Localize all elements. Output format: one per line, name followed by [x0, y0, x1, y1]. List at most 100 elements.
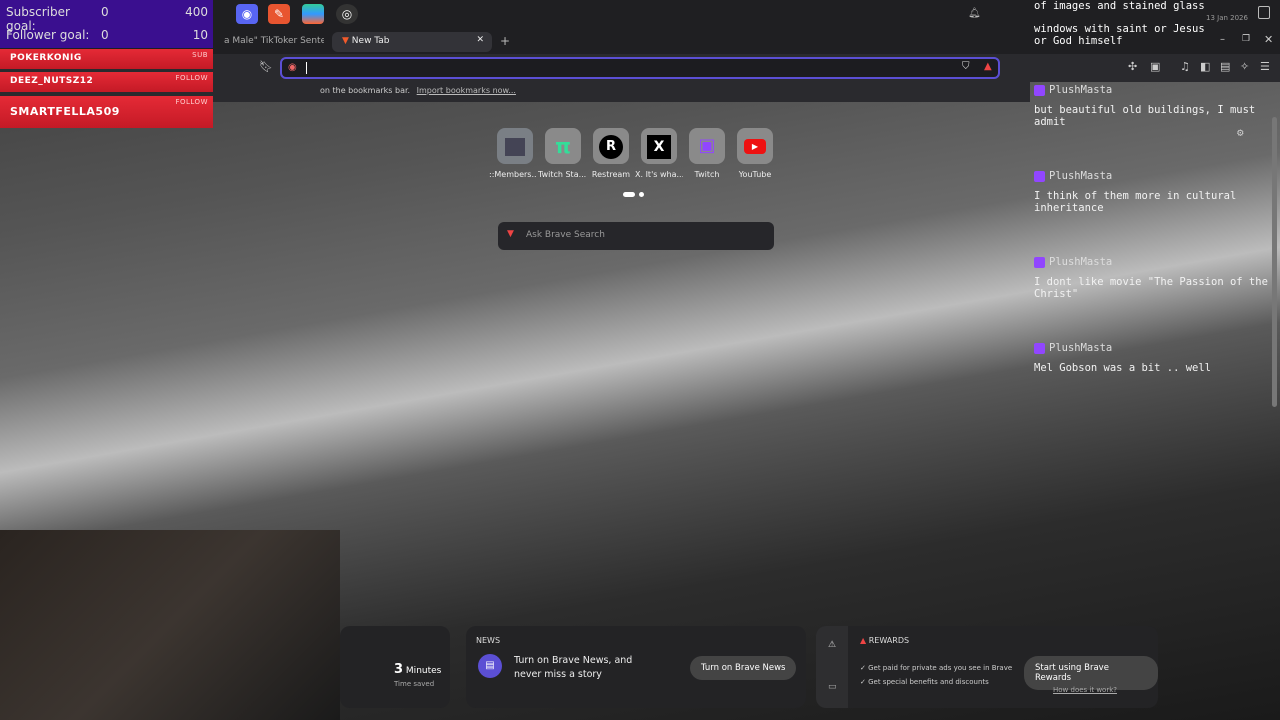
alert-item: DEEZ_NUTSZ12 FOLLOW: [0, 72, 213, 92]
follower-goal-target: 10: [192, 28, 208, 42]
top-site-members[interactable]: [497, 128, 533, 164]
chat-message: PlushMasta but beautiful old buildings, I…: [1034, 84, 1274, 128]
top-site-label: YouTube: [738, 170, 772, 179]
rewards-card: ⚠ ▭ ▲ REWARDS ✓ Get paid for private ads…: [816, 626, 1158, 708]
rewards-bullet: Get special benefits and discounts: [868, 678, 989, 686]
news-document-icon: ▤: [478, 654, 502, 678]
new-tab-button[interactable]: +: [500, 34, 510, 48]
deal-tag-icon[interactable]: ✎: [268, 4, 290, 24]
chat-overflow-message: of images and stained glass windows with…: [1034, 0, 1274, 47]
chat-text: I think of them more in cultural inherit…: [1034, 190, 1237, 214]
brave-lion-icon: ▼: [507, 229, 514, 239]
chat-line: or God himself: [1034, 35, 1123, 47]
tab-tiktoker[interactable]: a Male" TikToker Sentence: [214, 32, 324, 52]
turn-on-news-button[interactable]: Turn on Brave News: [690, 656, 797, 680]
time-saved-value: 3: [394, 662, 404, 677]
news-card: NEWS ▤ Turn on Brave News, and never mis…: [466, 626, 806, 708]
twitch-icon: ▣: [698, 135, 716, 156]
chat-message: PlushMasta Mel Gobson was a bit .. well: [1034, 342, 1274, 374]
leo-ai-icon[interactable]: ✧: [1240, 60, 1249, 73]
start-rewards-button[interactable]: Start using Brave Rewards: [1024, 656, 1158, 690]
menu-icon[interactable]: ☰: [1260, 60, 1270, 73]
search-icon: ◉: [288, 62, 297, 73]
chat-line: of images and stained glass: [1034, 0, 1205, 12]
address-bar[interactable]: ◉ ⛉ ▲: [280, 57, 1000, 79]
extensions-icon[interactable]: ✣: [1128, 60, 1137, 73]
twitch-stats-icon: π: [555, 134, 571, 158]
top-site-label: Restream: [591, 170, 631, 179]
obs-icon[interactable]: ◎: [336, 4, 358, 24]
tab-search-icon[interactable]: ▣: [1150, 60, 1160, 73]
top-site-twitch[interactable]: ▣: [689, 128, 725, 164]
restream-icon: R: [599, 134, 623, 159]
search-placeholder: Ask Brave Search: [526, 230, 605, 240]
chat-line: windows with saint or Jesus: [1034, 23, 1205, 35]
alert-kind: FOLLOW: [175, 74, 208, 82]
twitch-badge-icon: [1034, 256, 1045, 268]
webcam-feed: [0, 530, 340, 720]
chat-username: PlushMasta: [1049, 342, 1113, 354]
x-icon: X: [647, 134, 671, 159]
chat-message: PlushMasta I dont like movie "The Passion…: [1034, 256, 1274, 300]
page-dot[interactable]: [639, 192, 644, 197]
top-site-label: Twitch: [694, 170, 720, 179]
text-cursor: [306, 62, 307, 74]
tab-title: New Tab: [351, 36, 390, 46]
chat-username: PlushMasta: [1049, 84, 1113, 96]
twitch-badge-icon: [1034, 342, 1045, 354]
alert-item: SMARTFELLA509 FOLLOW: [0, 96, 213, 128]
top-site-label: ::Members...: [489, 170, 537, 179]
alert-item: POKERKONIG SUB: [0, 49, 213, 69]
close-tab-icon[interactable]: ✕: [476, 35, 484, 45]
bookmarks-hint: on the bookmarks bar.: [320, 86, 411, 95]
goals-overlay: Subscriber goal: 0 400 Follower goal: 0 10: [0, 0, 213, 48]
chat-username: PlushMasta: [1049, 256, 1113, 268]
follower-goal-label: Follower goal:: [6, 28, 90, 42]
chat-scrollbar[interactable]: [1272, 117, 1277, 407]
tab-new-tab[interactable]: ▼ New Tab ✕: [332, 32, 492, 52]
alert-kind: SUB: [192, 51, 208, 59]
time-saved-unit: Minutes: [405, 666, 442, 676]
rewards-tab-icon[interactable]: ⚠: [828, 640, 836, 650]
follower-goal-current: 0: [101, 28, 109, 42]
wallet-icon[interactable]: ▤: [1220, 60, 1230, 73]
alert-name: SMARTFELLA509: [10, 105, 120, 118]
chat-text: but beautiful old buildings, I must admi…: [1034, 104, 1256, 128]
top-site-label: X. It's wha...: [635, 170, 683, 179]
vpn-tab-icon[interactable]: ▭: [828, 682, 837, 692]
brave-icon: ▼: [342, 36, 349, 46]
discord-icon[interactable]: ◉: [236, 4, 258, 24]
alert-name: DEEZ_NUTSZ12: [10, 76, 94, 86]
rewards-bullet: Get paid for private ads you see in Brav…: [868, 664, 1013, 672]
sidebar-icon[interactable]: ◧: [1200, 60, 1210, 73]
how-it-works-link[interactable]: How does it work?: [1053, 686, 1117, 694]
top-site-twitch-stats[interactable]: π: [545, 128, 581, 164]
chat-overlay: PlushMasta but beautiful old buildings, I…: [1030, 82, 1280, 407]
page-dot-active[interactable]: [623, 192, 635, 197]
news-header: NEWS: [476, 636, 501, 645]
bookmark-icon[interactable]: 🔖︎: [259, 60, 273, 73]
chat-text: I dont like movie "The Passion of the Ch…: [1034, 276, 1268, 300]
media-icon[interactable]: ♫: [1180, 60, 1190, 73]
brave-shields-icon[interactable]: ⛉: [962, 61, 970, 72]
news-text: Turn on Brave News, and never miss a sto…: [514, 655, 633, 680]
notification-bell-icon[interactable]: 🔔︎: [968, 8, 981, 19]
import-bookmarks-link[interactable]: Import bookmarks now...: [417, 86, 516, 95]
time-saved-caption: Time saved: [394, 680, 435, 688]
chat-text: Mel Gobson was a bit .. well: [1034, 362, 1212, 374]
rewards-triangle-icon: ▲: [860, 636, 867, 645]
top-site-youtube[interactable]: ▶: [737, 128, 773, 164]
youtube-icon: ▶: [744, 139, 766, 154]
site-thumbnail-icon: [505, 137, 525, 156]
alert-kind: FOLLOW: [175, 98, 208, 106]
rewards-header: REWARDS: [868, 636, 910, 645]
layers-icon[interactable]: [302, 4, 324, 24]
top-site-restream[interactable]: R: [593, 128, 629, 164]
brave-search-box[interactable]: ▼ Ask Brave Search: [498, 222, 774, 250]
settings-gear-icon[interactable]: ⚙: [1237, 126, 1244, 139]
twitch-badge-icon: [1034, 170, 1045, 182]
twitch-badge-icon: [1034, 84, 1045, 96]
rewards-triangle-icon[interactable]: ▲: [984, 61, 992, 72]
alert-name: POKERKONIG: [10, 53, 82, 63]
top-site-x[interactable]: X: [641, 128, 677, 164]
